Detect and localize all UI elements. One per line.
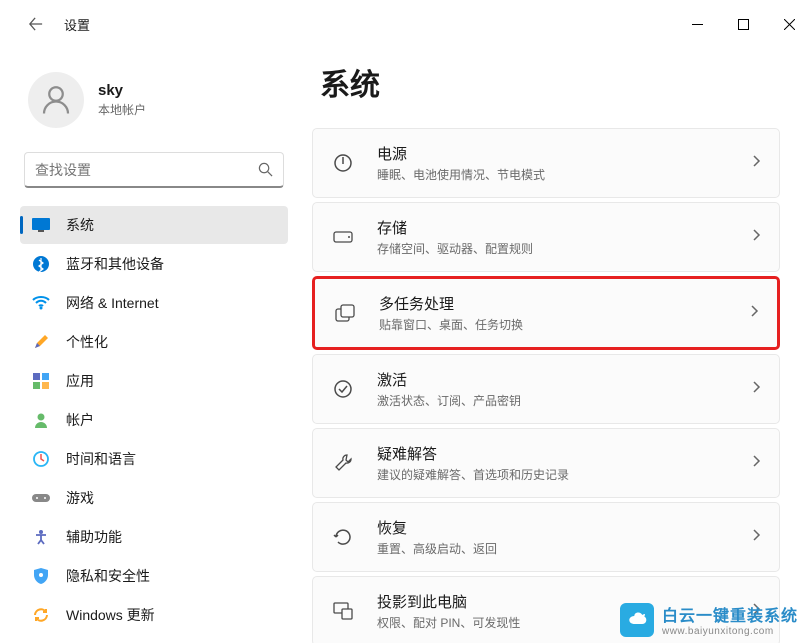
- close-icon: [784, 19, 795, 30]
- brush-icon: [32, 333, 50, 351]
- chevron-right-icon: [753, 380, 761, 398]
- sidebar-item-time-language[interactable]: 时间和语言: [20, 440, 288, 478]
- chevron-right-icon: [753, 454, 761, 472]
- card-desc: 睡眠、电池使用情况、节电模式: [377, 166, 753, 183]
- card-title: 恢复: [377, 517, 753, 538]
- multitask-icon: [333, 301, 357, 325]
- card-multitasking[interactable]: 多任务处理 贴靠窗口、桌面、任务切换: [312, 276, 780, 350]
- app-title: 设置: [64, 15, 90, 34]
- sidebar-item-label: 个性化: [66, 332, 108, 352]
- close-button[interactable]: [766, 4, 812, 44]
- page-title: 系统: [320, 60, 780, 104]
- card-desc: 重置、高级启动、返回: [377, 540, 753, 557]
- card-troubleshoot[interactable]: 疑难解答 建议的疑难解答、首选项和历史记录: [312, 428, 780, 498]
- watermark-url: www.baiyunxitong.com: [662, 626, 798, 637]
- maximize-icon: [738, 19, 749, 30]
- apps-icon: [32, 372, 50, 390]
- storage-icon: [331, 225, 355, 249]
- search-input[interactable]: [35, 162, 258, 178]
- search-box[interactable]: [24, 152, 284, 188]
- sidebar-item-bluetooth[interactable]: 蓝牙和其他设备: [20, 245, 288, 283]
- sidebar-item-network[interactable]: 网络 & Internet: [20, 284, 288, 322]
- chevron-right-icon: [751, 304, 759, 322]
- sidebar-item-gaming[interactable]: 游戏: [20, 479, 288, 517]
- gamepad-icon: [32, 489, 50, 507]
- sidebar-item-personalization[interactable]: 个性化: [20, 323, 288, 361]
- back-button[interactable]: [16, 4, 56, 44]
- wrench-icon: [331, 451, 355, 475]
- avatar: [28, 72, 84, 128]
- sidebar-item-accounts[interactable]: 帐户: [20, 401, 288, 439]
- card-recovery[interactable]: 恢复 重置、高级启动、返回: [312, 502, 780, 572]
- card-title: 疑难解答: [377, 443, 753, 464]
- project-icon: [331, 599, 355, 623]
- bluetooth-icon: [32, 255, 50, 273]
- chevron-right-icon: [753, 228, 761, 246]
- wifi-icon: [32, 294, 50, 312]
- chevron-right-icon: [753, 154, 761, 172]
- watermark-title: 白云一键重装系统: [662, 602, 798, 626]
- bird-icon: [627, 610, 647, 630]
- sidebar-item-label: 系统: [66, 215, 94, 235]
- watermark: 白云一键重装系统 www.baiyunxitong.com: [620, 602, 798, 637]
- minimize-button[interactable]: [674, 4, 720, 44]
- shield-icon: [32, 567, 50, 585]
- display-icon: [32, 216, 50, 234]
- sidebar-item-label: 网络 & Internet: [66, 293, 159, 313]
- sidebar-item-windows-update[interactable]: Windows 更新: [20, 596, 288, 634]
- profile-section[interactable]: sky 本地帐户: [20, 64, 288, 148]
- card-desc: 存储空间、驱动器、配置规则: [377, 240, 753, 257]
- card-activation[interactable]: 激活 激活状态、订阅、产品密钥: [312, 354, 780, 424]
- sidebar: sky 本地帐户 系统 蓝牙和其他设备 网络 & Internet 个性化 应用: [0, 48, 300, 643]
- card-desc: 建议的疑难解答、首选项和历史记录: [377, 466, 753, 483]
- sidebar-item-accessibility[interactable]: 辅助功能: [20, 518, 288, 556]
- watermark-logo: [620, 603, 654, 637]
- sidebar-item-label: 时间和语言: [66, 449, 136, 469]
- card-power[interactable]: 电源 睡眠、电池使用情况、节电模式: [312, 128, 780, 198]
- card-title: 存储: [377, 217, 753, 238]
- sidebar-item-label: 游戏: [66, 488, 94, 508]
- card-title: 电源: [377, 143, 753, 164]
- search-icon: [258, 162, 273, 177]
- card-title: 激活: [377, 369, 753, 390]
- card-storage[interactable]: 存储 存储空间、驱动器、配置规则: [312, 202, 780, 272]
- sidebar-item-privacy[interactable]: 隐私和安全性: [20, 557, 288, 595]
- main-content: 系统 电源 睡眠、电池使用情况、节电模式 存储 存储空间、驱动器、配置规则 多任…: [300, 48, 812, 643]
- sidebar-item-system[interactable]: 系统: [20, 206, 288, 244]
- sidebar-item-label: 帐户: [66, 410, 94, 430]
- person-icon: [38, 82, 74, 118]
- card-desc: 贴靠窗口、桌面、任务切换: [379, 316, 751, 333]
- sidebar-item-apps[interactable]: 应用: [20, 362, 288, 400]
- recovery-icon: [331, 525, 355, 549]
- sidebar-item-label: Windows 更新: [66, 605, 155, 625]
- maximize-button[interactable]: [720, 4, 766, 44]
- profile-subtitle: 本地帐户: [98, 101, 146, 118]
- sidebar-item-label: 辅助功能: [66, 527, 122, 547]
- power-icon: [331, 151, 355, 175]
- update-icon: [32, 606, 50, 624]
- accessibility-icon: [32, 528, 50, 546]
- minimize-icon: [692, 19, 703, 30]
- profile-name: sky: [98, 82, 146, 99]
- clock-globe-icon: [32, 450, 50, 468]
- card-desc: 激活状态、订阅、产品密钥: [377, 392, 753, 409]
- check-circle-icon: [331, 377, 355, 401]
- sidebar-item-label: 隐私和安全性: [66, 566, 150, 586]
- account-icon: [32, 411, 50, 429]
- arrow-left-icon: [29, 17, 43, 31]
- sidebar-item-label: 蓝牙和其他设备: [66, 254, 164, 274]
- sidebar-item-label: 应用: [66, 371, 94, 391]
- card-title: 多任务处理: [379, 293, 751, 314]
- chevron-right-icon: [753, 528, 761, 546]
